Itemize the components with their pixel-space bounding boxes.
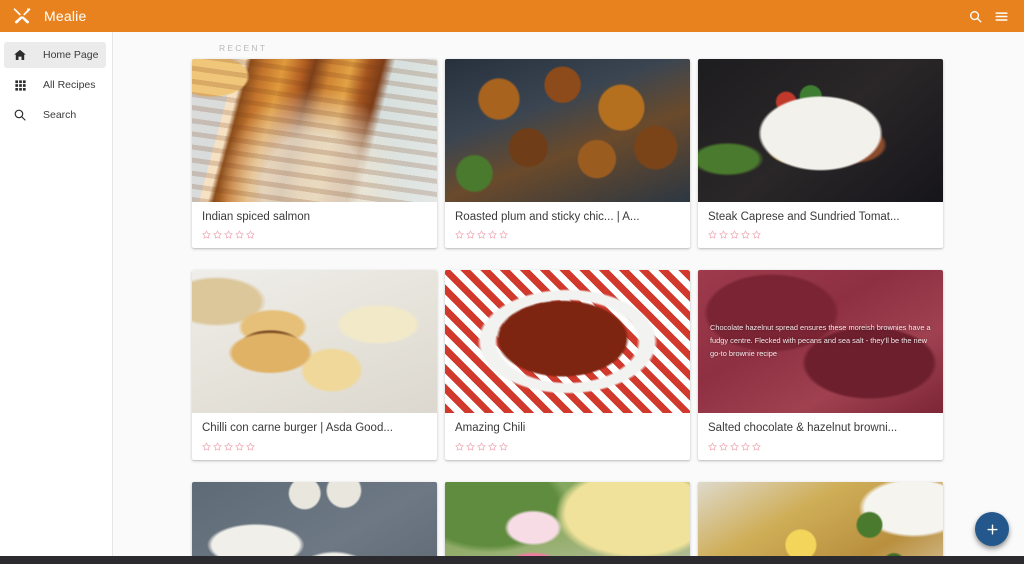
recipe-card-body: Indian spiced salmon: [192, 202, 437, 248]
sidebar-item-all-recipes[interactable]: All Recipes: [4, 72, 106, 98]
recipe-image: [698, 481, 943, 556]
recipe-image-chicken: [445, 59, 690, 202]
rating-stars[interactable]: [708, 230, 933, 239]
recipe-card[interactable]: [192, 481, 437, 556]
star-icon[interactable]: [466, 230, 475, 239]
recipe-card[interactable]: [445, 481, 690, 556]
star-icon[interactable]: [455, 230, 464, 239]
star-icon[interactable]: [224, 442, 233, 451]
recipe-card[interactable]: Amazing Chili: [445, 270, 690, 460]
hamburger-menu-icon[interactable]: [988, 3, 1014, 29]
star-icon[interactable]: [246, 230, 255, 239]
star-icon[interactable]: [730, 230, 739, 239]
recipe-image-steak: [698, 59, 943, 202]
fork-knife-icon: [12, 6, 32, 26]
app-root: Mealie Home Page All Recipes Search RECE…: [0, 0, 1024, 564]
sidebar-item-label: Home Page: [43, 49, 99, 61]
star-icon[interactable]: [499, 230, 508, 239]
recipe-image: Chocolate hazelnut spread ensures these …: [698, 270, 943, 414]
recipe-title: Amazing Chili: [455, 422, 526, 435]
star-icon[interactable]: [719, 230, 728, 239]
star-icon[interactable]: [466, 442, 475, 451]
star-icon[interactable]: [235, 442, 244, 451]
recipe-title: Chilli con carne burger | Asda Good...: [202, 422, 393, 435]
bottom-bar: [0, 556, 1024, 564]
search-icon: [12, 107, 28, 123]
rating-stars[interactable]: [202, 230, 427, 239]
recipe-image-smoothie: [445, 481, 690, 556]
star-icon[interactable]: [708, 442, 717, 451]
sidebar-item-home-page[interactable]: Home Page: [4, 42, 106, 68]
recipe-card-body: Steak Caprese and Sundried Tomat...: [698, 202, 943, 248]
sidebar-item-label: All Recipes: [43, 79, 96, 91]
recipe-image: [445, 270, 690, 414]
star-icon[interactable]: [477, 442, 486, 451]
recipe-title: Salted chocolate & hazelnut browni...: [708, 422, 898, 435]
star-icon[interactable]: [477, 230, 486, 239]
recipe-image-lemon: [698, 481, 943, 556]
recipe-image: [445, 59, 690, 202]
recipe-image: [445, 481, 690, 556]
star-icon[interactable]: [752, 230, 761, 239]
rating-stars[interactable]: [455, 230, 680, 239]
star-icon[interactable]: [488, 442, 497, 451]
rating-stars[interactable]: [708, 442, 933, 451]
recipe-card-body: Chilli con carne burger | Asda Good...: [192, 413, 437, 459]
sidebar-item-search[interactable]: Search: [4, 102, 106, 128]
recipe-card-body: Amazing Chili: [445, 413, 690, 459]
recipe-title: Roasted plum and sticky chic... | A...: [455, 211, 640, 223]
recipe-image: [192, 59, 437, 202]
star-icon[interactable]: [488, 230, 497, 239]
recipe-title: Indian spiced salmon: [202, 211, 311, 223]
star-icon[interactable]: [752, 442, 761, 451]
star-icon[interactable]: [224, 230, 233, 239]
add-recipe-fab[interactable]: [975, 512, 1009, 546]
main-content: RECENT Indian spiced salmon Roasted plum: [113, 32, 1024, 556]
recipe-card-body: Salted chocolate & hazelnut browni...: [698, 413, 943, 459]
sidebar: Home Page All Recipes Search: [0, 32, 113, 556]
star-icon[interactable]: [741, 442, 750, 451]
star-icon[interactable]: [202, 442, 211, 451]
recipe-card-body: Roasted plum and sticky chic... | A...: [445, 202, 690, 248]
recipe-card[interactable]: Steak Caprese and Sundried Tomat...: [698, 59, 943, 249]
star-icon[interactable]: [730, 442, 739, 451]
star-icon[interactable]: [719, 442, 728, 451]
recipe-image-burger: [192, 270, 437, 414]
recipe-image-chili: [445, 270, 690, 414]
recipe-image: [192, 481, 437, 556]
app-title: Mealie: [44, 8, 87, 24]
star-icon[interactable]: [202, 230, 211, 239]
top-app-bar: Mealie: [0, 0, 1024, 32]
rating-stars[interactable]: [202, 442, 427, 451]
star-icon[interactable]: [499, 442, 508, 451]
star-icon[interactable]: [708, 230, 717, 239]
recipe-card-grid: Indian spiced salmon Roasted plum and st…: [113, 59, 1024, 556]
recipe-title: Steak Caprese and Sundried Tomat...: [708, 211, 900, 223]
search-icon[interactable]: [962, 3, 988, 29]
recipe-image-noodles: [192, 481, 437, 556]
recipe-card[interactable]: Chocolate hazelnut spread ensures these …: [698, 270, 943, 460]
recipe-image: [698, 59, 943, 202]
recipe-description-overlay: Chocolate hazelnut spread ensures these …: [710, 323, 931, 359]
recipe-card[interactable]: Roasted plum and sticky chic... | A...: [445, 59, 690, 249]
rating-stars[interactable]: [455, 442, 680, 451]
star-icon[interactable]: [213, 442, 222, 451]
sidebar-item-label: Search: [43, 109, 77, 121]
star-icon[interactable]: [246, 442, 255, 451]
star-icon[interactable]: [455, 442, 464, 451]
section-label-recent: RECENT: [219, 43, 268, 53]
star-icon[interactable]: [741, 230, 750, 239]
star-icon[interactable]: [213, 230, 222, 239]
grid-icon: [12, 77, 28, 93]
recipe-card[interactable]: Indian spiced salmon: [192, 59, 437, 249]
home-icon: [12, 47, 28, 63]
recipe-card[interactable]: Chilli con carne burger | Asda Good...: [192, 270, 437, 460]
recipe-image: [192, 270, 437, 414]
plus-icon: [985, 522, 1000, 537]
star-icon[interactable]: [235, 230, 244, 239]
recipe-image-salmon: [192, 59, 437, 202]
recipe-card[interactable]: [698, 481, 943, 556]
